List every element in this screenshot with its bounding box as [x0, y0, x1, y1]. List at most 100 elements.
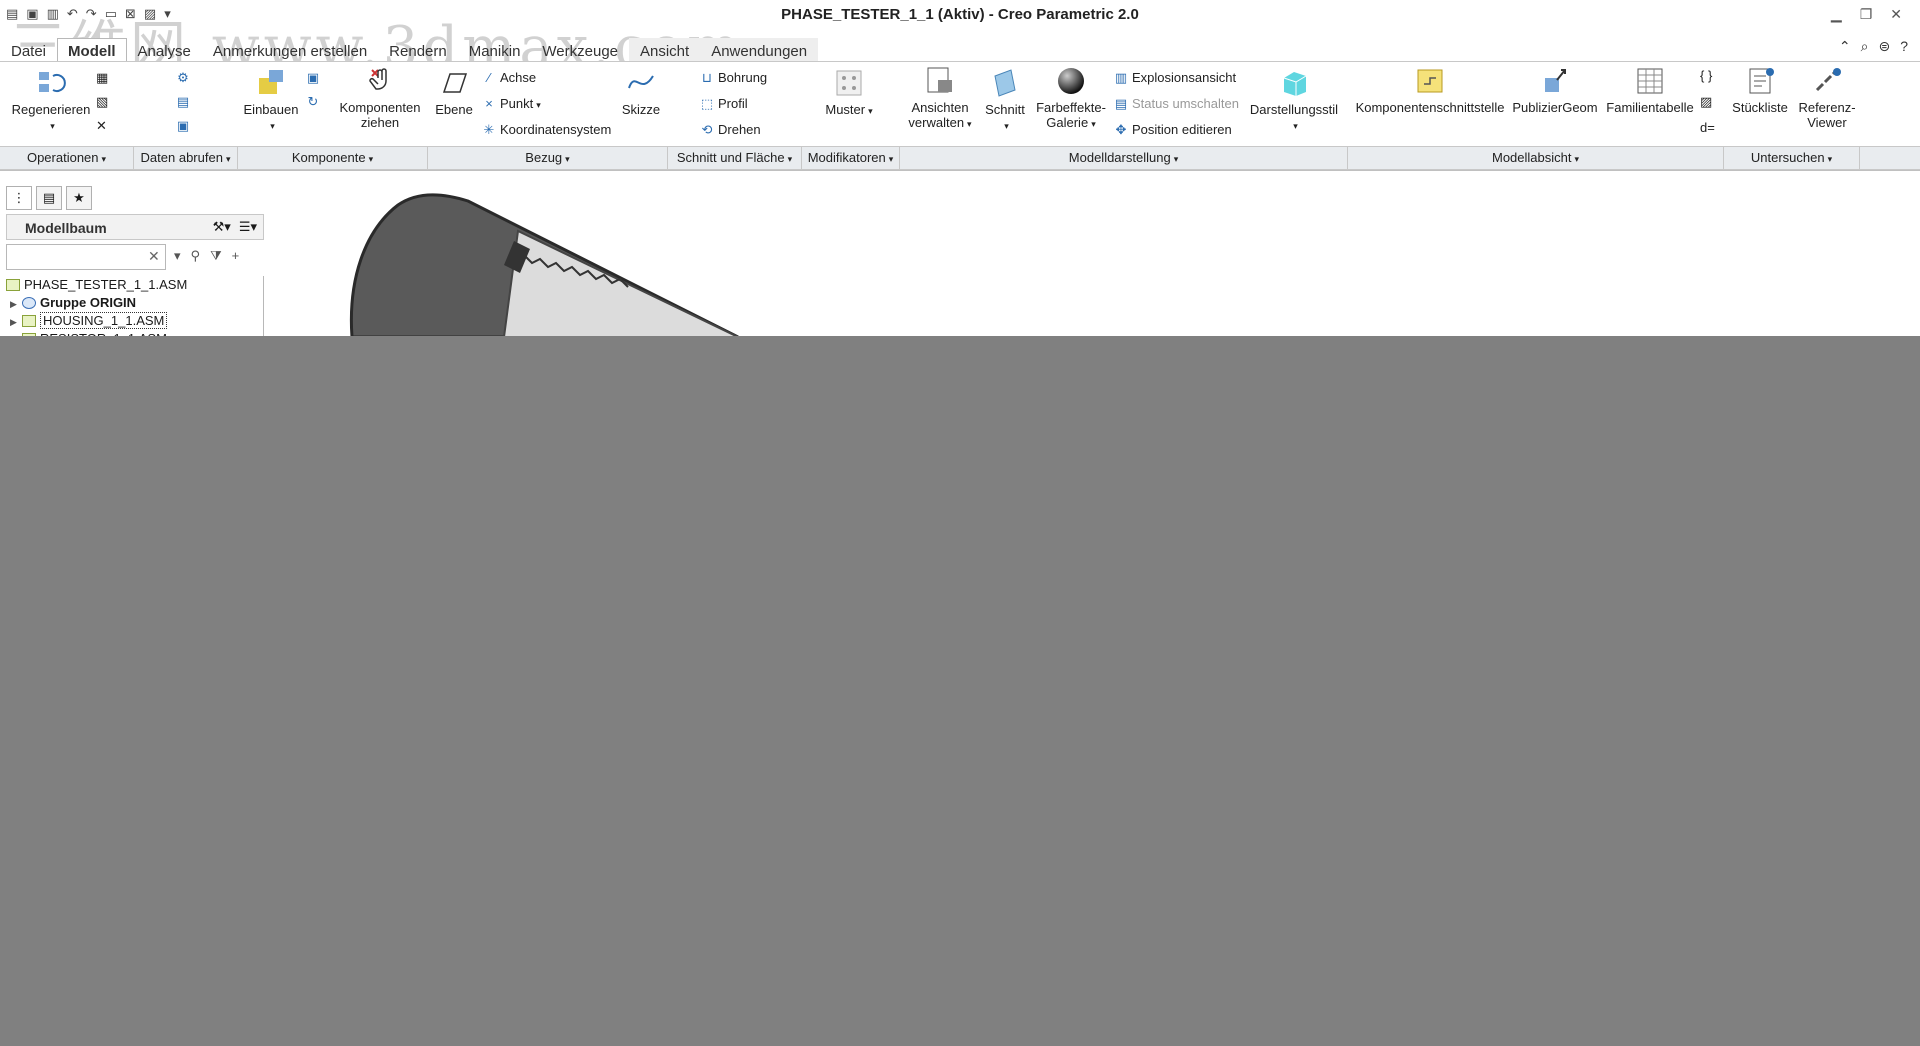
profil-button[interactable]: ⬚ Profil	[700, 96, 748, 112]
search-icon[interactable]: ⌕	[1861, 38, 1869, 55]
ansichten-verwalten-button[interactable]: Ansichten verwalten ▾	[904, 66, 976, 130]
group-modelldarstellung[interactable]: Modelldarstellung ▾	[900, 147, 1348, 169]
schnitt-button[interactable]: Schnitt ▾	[980, 68, 1030, 132]
d-equals-button[interactable]: d=	[1700, 120, 1715, 135]
dropdown-icon: ▾	[1004, 121, 1009, 131]
grey-overlay	[0, 336, 1920, 1046]
parameters-icon[interactable]: ▨	[1700, 94, 1712, 110]
dropdown-icon: ▾	[368, 154, 374, 164]
drehen-button[interactable]: ⟲ Drehen	[700, 122, 761, 138]
bill-of-materials-icon	[1749, 68, 1774, 94]
revolve-icon: ⟲	[701, 122, 713, 137]
status-umschalten-button[interactable]: ▤ Status umschalten	[1114, 96, 1239, 112]
group-bezug[interactable]: Bezug ▾	[428, 147, 668, 169]
farbeffekte-galerie-button[interactable]: Farbeffekte- Galerie ▾	[1034, 66, 1108, 130]
dropdown-icon: ▾	[1173, 154, 1179, 164]
add-icon[interactable]: +	[232, 248, 240, 264]
tab-datei[interactable]: Datei	[0, 38, 57, 62]
koordinatensystem-button[interactable]: ✳ Koordinatensystem	[482, 122, 612, 138]
tree-search-tools: ▾ ⚲ ⧩ +	[174, 248, 239, 264]
group-daten-abrufen[interactable]: Daten abrufen ▾	[134, 147, 238, 169]
pattern-icon	[836, 70, 862, 96]
minimize-icon[interactable]: ▁	[1831, 6, 1842, 23]
group-schnitt-und-flaeche[interactable]: Schnitt und Fläche ▾	[668, 147, 802, 169]
darstellungsstil-button[interactable]: Darstellungsstil ▾	[1246, 68, 1342, 132]
stueckliste-button[interactable]: Stückliste	[1728, 66, 1792, 115]
expand-icon[interactable]: ▶	[10, 313, 22, 331]
group-komponente[interactable]: Komponente ▾	[238, 147, 428, 169]
tab-rendern[interactable]: Rendern	[378, 38, 458, 62]
search-dropdown-icon[interactable]: ▾	[174, 248, 181, 264]
user-defined-feature-icon[interactable]: ▣	[176, 118, 194, 134]
bohrung-button[interactable]: ⊔ Bohrung	[700, 70, 767, 86]
find-icon[interactable]: ⚲	[191, 248, 201, 264]
group-operationen[interactable]: Operationen ▾	[0, 147, 134, 169]
section-icon	[994, 69, 1016, 97]
position-editieren-button[interactable]: ✥ Position editieren	[1114, 122, 1232, 138]
filter-icon[interactable]: ⧩	[210, 248, 222, 264]
regenerieren-button[interactable]: Regenerieren ▾	[8, 68, 94, 132]
group-untersuchen[interactable]: Untersuchen ▾	[1724, 147, 1860, 169]
window-controls: ▁ ❐ ✕	[1831, 6, 1902, 23]
delete-icon[interactable]: ✕	[96, 118, 107, 134]
familientabelle-button[interactable]: Familientabelle	[1604, 66, 1696, 115]
edit-position-icon: ✥	[1115, 122, 1127, 137]
get-data-icon[interactable]: ⚙	[176, 70, 194, 86]
tab-modell[interactable]: Modell	[57, 38, 127, 62]
dropdown-icon: ▾	[270, 121, 275, 131]
collapse-ribbon-icon[interactable]: ⌃	[1839, 38, 1851, 55]
tree-item-root[interactable]: PHASE_TESTER_1_1.ASM	[6, 276, 263, 294]
model-tree-tools: ⚒▾ ☰▾	[213, 219, 257, 235]
muster-button[interactable]: Muster ▾	[816, 68, 882, 117]
graphics-viewport[interactable]	[268, 171, 1920, 339]
clear-search-icon[interactable]: ✕	[148, 248, 160, 265]
appearance-sphere-icon	[1058, 68, 1084, 94]
skizze-button[interactable]: Skizze	[616, 68, 666, 117]
repeat-icon[interactable]: ↻	[306, 94, 324, 110]
component-interface-icon	[1417, 69, 1443, 93]
punkt-button[interactable]: × Punkt ▾	[482, 96, 541, 111]
dropdown-icon: ▾	[1827, 154, 1833, 164]
tab-werkzeuge[interactable]: Werkzeuge	[531, 38, 629, 62]
help-icon[interactable]: ?	[1900, 38, 1908, 55]
tree-item-origin[interactable]: ▶ Gruppe ORIGIN	[6, 294, 263, 312]
create-component-icon[interactable]: ▣	[306, 70, 324, 86]
tab-analyse[interactable]: Analyse	[127, 38, 202, 62]
einbauen-button[interactable]: Einbauen ▾	[238, 68, 304, 132]
komponenten-ziehen-button[interactable]: Komponenten ziehen	[336, 66, 424, 130]
tab-manikin[interactable]: Manikin	[458, 38, 532, 62]
achse-button[interactable]: ⁄ Achse	[482, 70, 536, 85]
tab-anmerkungen[interactable]: Anmerkungen erstellen	[202, 38, 378, 62]
group-modellabsicht[interactable]: Modellabsicht ▾	[1348, 147, 1724, 169]
explosionsansicht-button[interactable]: ▥ Explosionsansicht	[1114, 70, 1236, 86]
ebene-button[interactable]: Ebene	[432, 68, 476, 117]
referenz-viewer-button[interactable]: Referenz- Viewer	[1794, 66, 1860, 130]
tree-item-housing[interactable]: ▶ HOUSING_1_1.ASM	[6, 312, 263, 330]
dropdown-icon: ▾	[1091, 119, 1096, 129]
paste-icon[interactable]: ▧	[96, 94, 108, 110]
group-modifikatoren[interactable]: Modifikatoren ▾	[802, 147, 900, 169]
ribbon-right-controls: ⌃ ⌕ ⊜ ?	[1839, 38, 1908, 55]
restore-icon[interactable]: ❐	[1860, 6, 1873, 23]
exploded-view-icon: ▥	[1114, 70, 1128, 85]
komponentenschnittstelle-button[interactable]: Komponentenschnittstelle	[1352, 66, 1508, 115]
account-icon[interactable]: ⊜	[1878, 38, 1890, 55]
expand-icon[interactable]: ▶	[10, 295, 22, 313]
dropdown-icon: ▾	[888, 154, 894, 164]
toggle-status-icon: ▤	[1114, 96, 1128, 111]
model-tree-tab-icon[interactable]: ⋮	[6, 186, 32, 210]
tree-settings-icon[interactable]: ⚒▾	[213, 219, 231, 235]
publiziergeom-button[interactable]: PublizierGeom	[1510, 66, 1600, 115]
folder-browser-tab-icon[interactable]: ▤	[36, 186, 62, 210]
close-icon[interactable]: ✕	[1890, 6, 1902, 23]
tree-columns-icon[interactable]: ☰▾	[239, 219, 257, 235]
dropdown-icon: ▾	[50, 121, 55, 131]
reference-viewer-icon	[1815, 68, 1841, 92]
tab-anwendungen[interactable]: Anwendungen	[700, 38, 819, 62]
relations-icon[interactable]: { }	[1700, 68, 1712, 83]
tree-search-input[interactable]	[6, 244, 166, 270]
tab-ansicht[interactable]: Ansicht	[629, 38, 701, 62]
copy-icon[interactable]: ▦	[96, 70, 108, 86]
favorites-tab-icon[interactable]: ★	[66, 186, 92, 210]
import-icon[interactable]: ▤	[176, 94, 194, 110]
